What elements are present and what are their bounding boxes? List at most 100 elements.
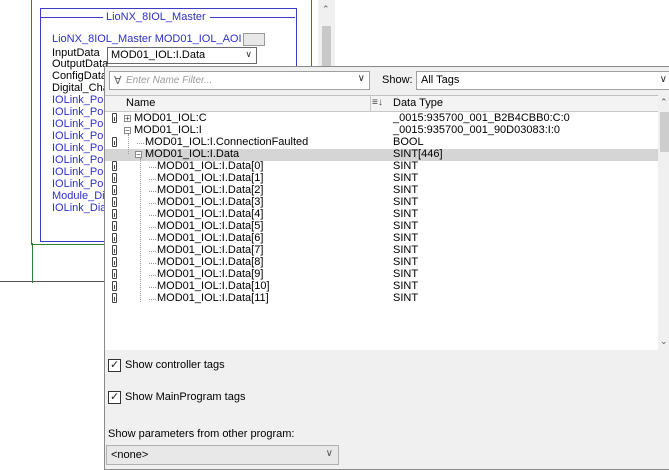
column-header-data-type[interactable]: Data Type — [393, 97, 443, 109]
tag-icon — [112, 221, 117, 231]
aoi-parameter: ConfigData — [52, 70, 108, 82]
tag-data-type: SINT[446] — [393, 148, 443, 160]
aoi-title-rule-right — [210, 17, 295, 18]
chevron-down-icon: ∨ — [245, 49, 252, 59]
tag-data-type: SINT — [393, 208, 419, 220]
tree-connector — [149, 287, 156, 289]
name-filter[interactable]: ∀ ∨ — [109, 71, 370, 90]
tag-icon — [112, 269, 117, 279]
input-data-value: MOD01_IOL:I.Data — [111, 49, 206, 61]
aoi-parameter: IOLink_Por — [52, 106, 108, 118]
filter-icon: ∀ — [114, 75, 122, 87]
tag-name: MOD01_IOL:I.Data — [145, 148, 240, 160]
aoi-title-rule-left — [41, 17, 103, 18]
column-divider[interactable] — [370, 96, 371, 111]
tag-grid: Name ≡↓ Data Type + MOD01_IOL:C _0015:9357… — [105, 95, 658, 350]
tag-name: MOD01_IOL:I — [134, 124, 202, 136]
tag-icon — [112, 257, 117, 267]
tag-icon — [112, 293, 117, 303]
tag-data-type: SINT — [393, 232, 419, 244]
tag-name: MOD01_IOL:I.Data[6] — [157, 232, 264, 244]
tag-icon — [112, 113, 117, 123]
tree-connector — [149, 239, 156, 241]
expand-icon[interactable]: + — [124, 115, 131, 123]
tag-name: MOD01_IOL:I.Data[10] — [157, 280, 270, 292]
tree-connector — [149, 299, 156, 301]
name-filter-input[interactable] — [126, 73, 346, 87]
tag-name: MOD01_IOL:I.Data[2] — [157, 184, 264, 196]
scroll-down-icon[interactable]: ⌄ — [660, 336, 668, 347]
tag-data-type: SINT — [393, 244, 419, 256]
sort-icon[interactable]: ≡↓ — [372, 97, 383, 108]
tag-name: MOD01_IOL:C — [134, 112, 207, 124]
tree-connector — [149, 251, 156, 253]
collapse-icon[interactable]: − — [124, 127, 131, 135]
tag-data-type: BOOL — [393, 136, 424, 148]
aoi-instance-label: LioNX_8IOL_Master MOD01_IOL_AOI — [52, 33, 242, 45]
tag-data-type: SINT — [393, 184, 419, 196]
scroll-up-icon[interactable]: ⌃ — [660, 97, 668, 108]
aoi-parameter: IOLink_Dia — [52, 202, 107, 214]
tag-icon — [112, 245, 117, 255]
grid-header: Name ≡↓ Data Type — [105, 96, 658, 112]
chevron-down-icon[interactable]: ∨ — [358, 73, 365, 84]
tree-connector — [149, 179, 156, 181]
scroll-up-icon[interactable]: ⌃ — [322, 4, 330, 15]
tag-name: MOD01_IOL:I.Data[0] — [157, 160, 264, 172]
tag-data-type: SINT — [393, 160, 419, 172]
grid-scroll-thumb[interactable] — [660, 112, 669, 152]
tag-name: MOD01_IOL:I.Data[4] — [157, 208, 264, 220]
tag-data-type: SINT — [393, 220, 419, 232]
tree-connector — [149, 203, 156, 205]
tag-data-type: _0015:935700_001_90D03083:I:0 — [393, 124, 560, 136]
show-parameters-label: Show parameters from other program: — [108, 428, 295, 440]
tree-connector — [128, 134, 129, 154]
show-mainprogram-tags-checkbox[interactable] — [108, 390, 121, 404]
show-controller-tags-checkbox[interactable] — [108, 358, 121, 372]
tree-connector — [149, 191, 156, 193]
tag-browser-popup: ∀ ∨ Show: All Tags ∨ Name ≡↓ Data Type +… — [104, 66, 669, 470]
tree-connector — [137, 143, 144, 145]
tag-icon — [112, 185, 117, 195]
aoi-properties-button[interactable] — [243, 33, 265, 46]
tag-name: MOD01_IOL:I.Data[7] — [157, 244, 264, 256]
tag-name: MOD01_IOL:I.ConnectionFaulted — [145, 136, 309, 148]
input-data-combo[interactable]: MOD01_IOL:I.Data ∨ — [107, 47, 257, 64]
tag-icon — [112, 161, 117, 171]
program-select[interactable]: <none> ∨ — [106, 445, 339, 465]
aoi-title: LioNX_8IOL_Master — [104, 11, 208, 23]
aoi-parameter: IOLink_Por — [52, 118, 108, 130]
tag-name: MOD01_IOL:I.Data[8] — [157, 256, 264, 268]
column-header-name[interactable]: Name — [126, 97, 155, 109]
aoi-parameter: Digital_Cha — [52, 82, 109, 94]
table-row[interactable]: MOD01_IOL:I.Data[11] SINT — [105, 292, 658, 305]
program-select-value: <none> — [111, 449, 149, 461]
tag-icon — [112, 209, 117, 219]
tag-name: MOD01_IOL:I.Data[11] — [157, 292, 269, 304]
tree-connector — [140, 158, 141, 302]
show-scope-value: All Tags — [421, 74, 460, 86]
rung-wire — [0, 281, 104, 282]
aoi-parameter: IOLink_Por — [52, 178, 108, 190]
tag-icon — [112, 197, 117, 207]
tag-icon — [112, 233, 117, 243]
aoi-parameter: IOLink_Por — [52, 130, 108, 142]
tree-connector — [149, 215, 156, 217]
tag-data-type: _0015:935700_001_B2B4CBB0:C:0 — [393, 112, 570, 124]
aoi-parameter: IOLink_Por — [52, 142, 108, 154]
tree-connector — [149, 263, 156, 265]
tag-name: MOD01_IOL:I.Data[3] — [157, 196, 264, 208]
collapse-icon[interactable]: − — [135, 151, 142, 159]
tree-connector — [149, 275, 156, 277]
tag-name: MOD01_IOL:I.Data[9] — [157, 268, 264, 280]
aoi-parameter: IOLink_Por — [52, 154, 108, 166]
show-controller-tags-label: Show controller tags — [125, 359, 225, 371]
tree-connector — [149, 227, 156, 229]
show-mainprogram-tags-label: Show MainProgram tags — [125, 391, 246, 403]
chevron-down-icon: ∨ — [325, 448, 333, 459]
aoi-parameter: IOLink_Por — [52, 166, 108, 178]
tag-name: MOD01_IOL:I.Data[1] — [157, 172, 264, 184]
grid-scrollbar[interactable]: ⌃ ⌄ — [658, 95, 669, 349]
show-scope-select[interactable]: All Tags ∨ — [416, 71, 669, 90]
chevron-down-icon: ∨ — [659, 74, 667, 85]
